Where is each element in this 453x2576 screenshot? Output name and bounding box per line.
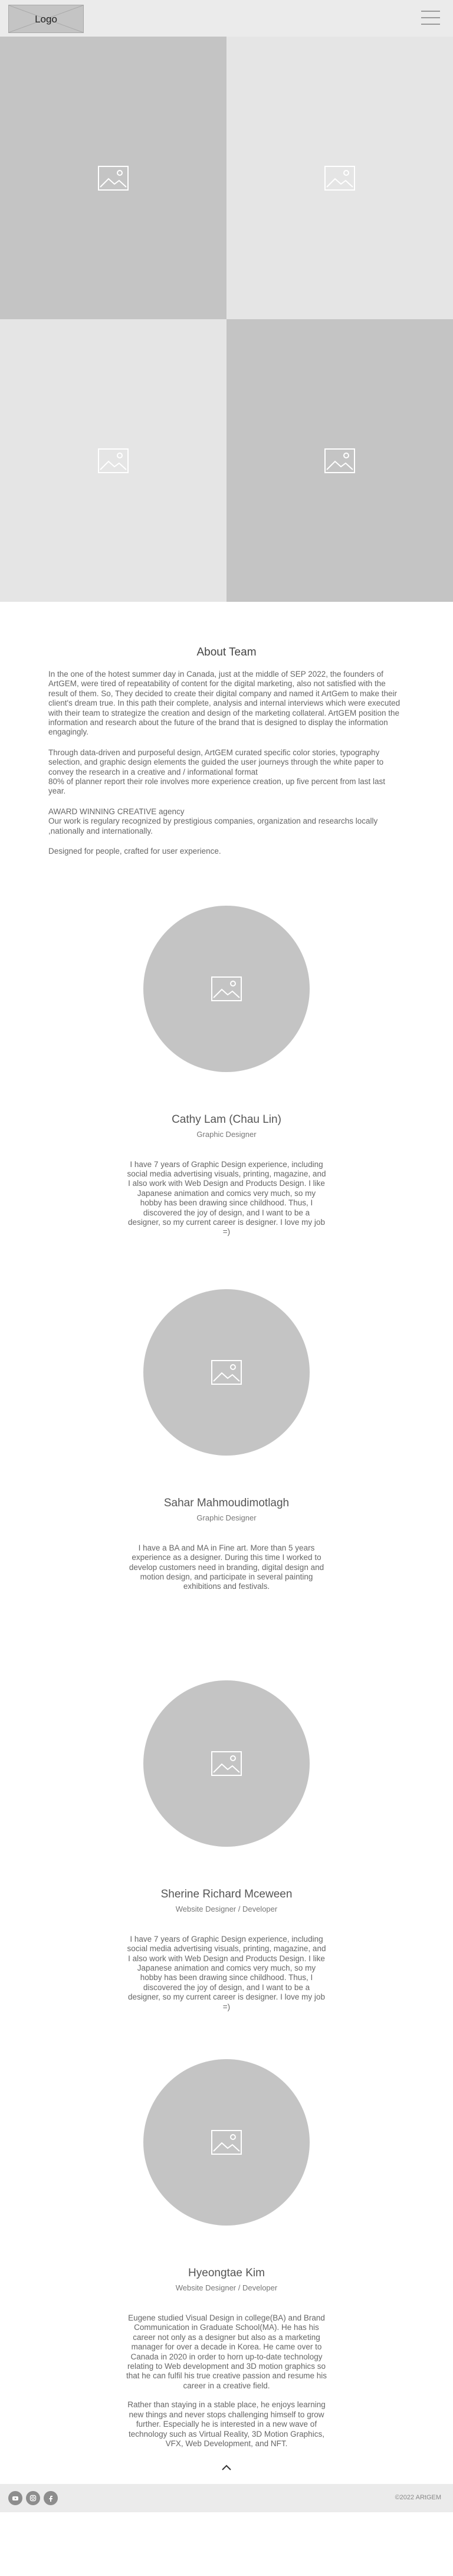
member-name: Sherine Richard Mceween xyxy=(160,1887,293,1900)
facebook-icon[interactable] xyxy=(44,2491,58,2506)
member-bio-paragraph: Rather than staying in a stable place, h… xyxy=(127,2400,326,2448)
team-member-card: Sherine Richard Mceween Website Designer… xyxy=(0,1680,453,2012)
about-paragraph-2a: Through data-driven and purposeful desig… xyxy=(48,748,384,776)
about-title: About Team xyxy=(196,646,257,658)
about-paragraph-2: Through data-driven and purposeful desig… xyxy=(48,748,405,797)
image-placeholder-icon xyxy=(211,1751,242,1776)
about-closing: Designed for people, crafted for user ex… xyxy=(48,847,221,856)
avatar xyxy=(143,2059,310,2226)
hamburger-menu-icon[interactable] xyxy=(421,11,440,25)
member-bio: I have 7 years of Graphic Design experie… xyxy=(126,1160,327,1237)
hero-image-1 xyxy=(0,37,226,319)
member-bio: Eugene studied Visual Design in college(… xyxy=(126,2313,327,2449)
member-role: Website Designer / Developer xyxy=(175,1904,278,1913)
logo[interactable]: Logo xyxy=(8,5,84,33)
member-bio-paragraph: I have 7 years of Graphic Design experie… xyxy=(127,1934,326,2011)
team-section: Cathy Lam (Chau Lin) Graphic Designer I … xyxy=(0,867,453,2449)
hero-image-2 xyxy=(226,37,453,319)
image-placeholder-icon xyxy=(324,165,355,191)
hero-image-4 xyxy=(226,319,453,602)
team-member-card: Cathy Lam (Chau Lin) Graphic Designer I … xyxy=(0,905,453,1237)
member-name: Hyeongtae Kim xyxy=(188,2267,265,2280)
team-member-card: Hyeongtae Kim Website Designer / Develop… xyxy=(0,2059,453,2449)
site-header: Logo xyxy=(0,0,453,37)
logo-text: Logo xyxy=(35,14,57,25)
member-name: Sahar Mahmoudimotlagh xyxy=(163,1496,290,1509)
image-placeholder-icon xyxy=(98,165,129,191)
site-footer: ©2022 ARtGEM xyxy=(0,2484,453,2513)
member-bio-paragraph: I have 7 years of Graphic Design experie… xyxy=(127,1159,326,1237)
member-bio-paragraph: Eugene studied Visual Design in college(… xyxy=(126,2313,327,2390)
youtube-icon[interactable] xyxy=(8,2491,22,2506)
social-links xyxy=(8,2491,58,2506)
team-member-card: Sahar Mahmoudimotlagh Graphic Designer I… xyxy=(0,1289,453,1592)
member-bio: I have a BA and MA in Fine art. More tha… xyxy=(126,1543,327,1592)
avatar xyxy=(143,1289,310,1456)
about-paragraph: In the one of the hotest summer day in C… xyxy=(48,670,401,737)
image-placeholder-icon xyxy=(211,1359,242,1385)
hero-image-3 xyxy=(0,319,226,602)
avatar xyxy=(143,905,310,1072)
member-bio: I have 7 years of Graphic Design experie… xyxy=(126,1935,327,2012)
award-block: AWARD WINNING CREATIVE agency Our work i… xyxy=(48,807,405,836)
scroll-to-top-button[interactable] xyxy=(0,2449,453,2484)
copyright-text: ©2022 ARtGEM xyxy=(395,2494,441,2502)
member-role: Graphic Designer xyxy=(196,1129,257,1139)
award-title: AWARD WINNING CREATIVE agency xyxy=(48,807,185,816)
image-placeholder-icon xyxy=(98,448,129,473)
chevron-up-icon xyxy=(222,2464,231,2471)
image-placeholder-icon xyxy=(324,448,355,473)
member-role: Graphic Designer xyxy=(196,1513,257,1522)
image-placeholder-icon xyxy=(211,2130,242,2155)
instagram-icon[interactable] xyxy=(26,2491,40,2506)
member-name: Cathy Lam (Chau Lin) xyxy=(172,1113,281,1126)
member-role: Website Designer / Developer xyxy=(175,2283,278,2293)
image-placeholder-icon xyxy=(211,976,242,1001)
about-section: About Team In the one of the hotest summ… xyxy=(0,602,453,857)
hero-image-grid xyxy=(0,37,453,602)
about-paragraph-2b: 80% of planner report their role involve… xyxy=(48,777,386,796)
member-bio-paragraph: I have a BA and MA in Fine art. More tha… xyxy=(129,1543,324,1591)
avatar xyxy=(143,1680,310,1847)
award-text: Our work is regulary recognized by prest… xyxy=(48,817,378,835)
